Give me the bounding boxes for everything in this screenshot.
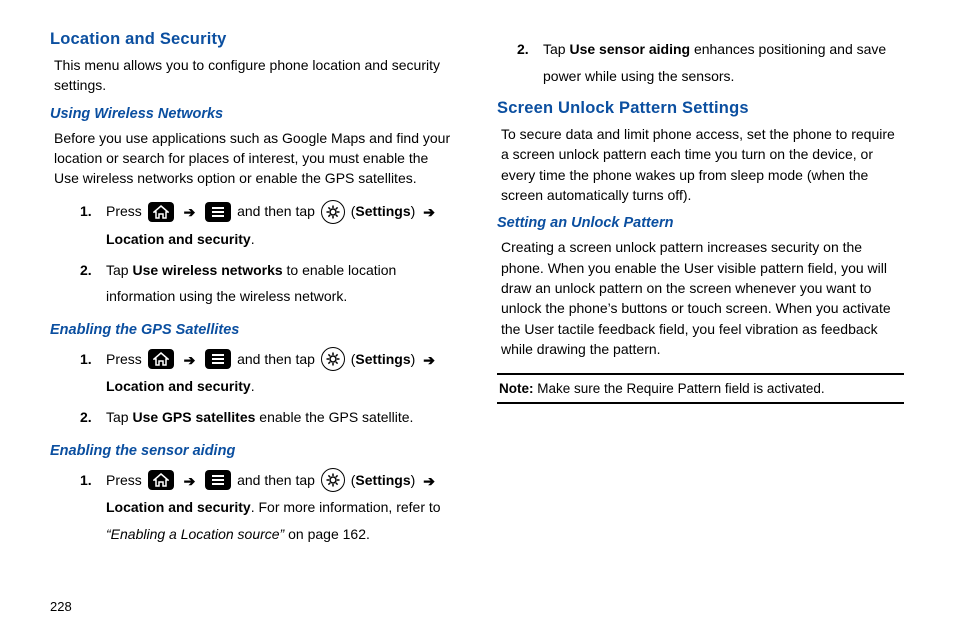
step-text: on page 162. — [284, 526, 370, 542]
unlock-paragraph: Creating a screen unlock pattern increas… — [497, 237, 904, 359]
bold-text: Use sensor aiding — [569, 41, 690, 57]
menu-icon — [205, 349, 231, 369]
note-label: Note: — [499, 381, 534, 396]
step-number: 1. — [80, 346, 92, 373]
step-item: 1. Press ➔ and then tap (Settings) ➔ — [80, 196, 457, 254]
wireless-paragraph: Before you use applications such as Goog… — [50, 128, 457, 189]
step-text: . For more information, refer to — [251, 499, 441, 515]
step-item: 2. Tap Use sensor aiding enhances positi… — [517, 34, 904, 91]
step-text: Tap — [106, 262, 132, 278]
step-item: 1. Press ➔ and then tap (Settings) ➔ — [80, 344, 457, 402]
settings-label: Settings — [355, 203, 410, 219]
manual-page: Location and Security This menu allows y… — [0, 0, 954, 636]
left-column: Location and Security This menu allows y… — [50, 30, 457, 557]
step-text: and then tap — [237, 351, 315, 367]
steps-sensor: 1. Press ➔ and then tap (Settings) ➔ — [50, 465, 457, 550]
step-item: 1. Press ➔ and then tap (Settings) ➔ — [80, 465, 457, 550]
bold-text: Use wireless networks — [132, 262, 282, 278]
subsection-sensor-aiding: Enabling the sensor aiding — [50, 443, 457, 459]
step-text: and then tap — [237, 203, 315, 219]
section-heading-unlock-pattern: Screen Unlock Pattern Settings — [497, 99, 904, 118]
menu-icon — [205, 202, 231, 222]
step-number: 2. — [80, 404, 92, 431]
steps-wireless: 1. Press ➔ and then tap (Settings) ➔ — [50, 196, 457, 311]
step-text: and then tap — [237, 472, 315, 488]
step-text: Tap — [543, 41, 569, 57]
step-text: Press — [106, 472, 142, 488]
settings-label: Settings — [355, 472, 410, 488]
cross-reference: “Enabling a Location source” — [106, 526, 284, 542]
step-text: Press — [106, 351, 142, 367]
step-text: Press — [106, 203, 142, 219]
arrow-icon: ➔ — [184, 199, 196, 226]
arrow-icon: ➔ — [423, 347, 435, 374]
intro-paragraph: This menu allows you to configure phone … — [50, 55, 457, 96]
step-text: enable the GPS satellite. — [255, 409, 413, 425]
step-number: 1. — [80, 198, 92, 225]
gear-icon — [321, 347, 345, 371]
gear-icon — [321, 468, 345, 492]
step-text: Tap — [106, 409, 132, 425]
steps-gps: 1. Press ➔ and then tap (Settings) ➔ — [50, 344, 457, 433]
arrow-icon: ➔ — [423, 199, 435, 226]
arrow-icon: ➔ — [184, 347, 196, 374]
right-column: 2. Tap Use sensor aiding enhances positi… — [497, 30, 904, 557]
step-item: 2. Tap Use GPS satellites enable the GPS… — [80, 402, 457, 433]
menu-icon — [205, 470, 231, 490]
note-box: Note: Make sure the Require Pattern fiel… — [497, 373, 904, 404]
location-security-bold: Location and security — [106, 378, 251, 394]
settings-label: Settings — [355, 351, 410, 367]
unlock-intro: To secure data and limit phone access, s… — [497, 124, 904, 205]
steps-sensor-cont: 2. Tap Use sensor aiding enhances positi… — [497, 34, 904, 91]
home-icon — [148, 349, 174, 369]
bold-text: Use GPS satellites — [132, 409, 255, 425]
location-security-bold: Location and security — [106, 499, 251, 515]
subsection-setting-unlock: Setting an Unlock Pattern — [497, 215, 904, 231]
arrow-icon: ➔ — [184, 468, 196, 495]
note-text: Make sure the Require Pattern field is a… — [534, 381, 825, 396]
gear-icon — [321, 200, 345, 224]
step-number: 2. — [517, 36, 529, 63]
arrow-icon: ➔ — [423, 468, 435, 495]
home-icon — [148, 470, 174, 490]
home-icon — [148, 202, 174, 222]
location-security-bold: Location and security — [106, 231, 251, 247]
page-number: 228 — [50, 599, 72, 614]
step-item: 2. Tap Use wireless networks to enable l… — [80, 255, 457, 312]
subsection-gps: Enabling the GPS Satellites — [50, 322, 457, 338]
subsection-wireless-networks: Using Wireless Networks — [50, 106, 457, 122]
step-number: 2. — [80, 257, 92, 284]
two-column-layout: Location and Security This menu allows y… — [50, 30, 904, 557]
step-number: 1. — [80, 467, 92, 494]
section-heading-location-security: Location and Security — [50, 30, 457, 49]
